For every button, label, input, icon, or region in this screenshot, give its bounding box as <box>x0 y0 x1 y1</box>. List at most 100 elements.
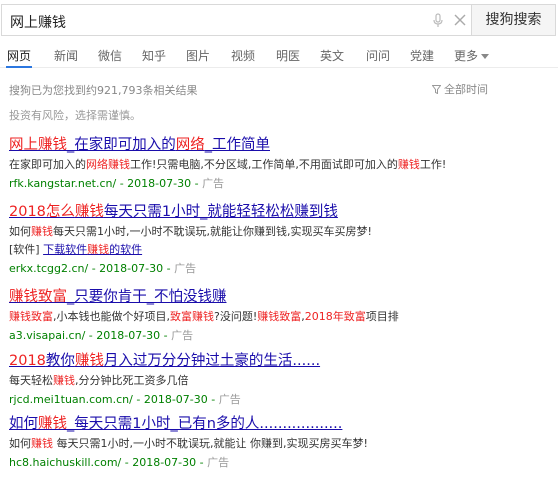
text-segment: 教你 <box>45 353 75 369</box>
result-url-line: erkx.tcgg2.cn/ - 2018-07-30 - 广告 <box>9 261 549 276</box>
result-description: 如何赚钱 每天只需1小时,一小时不耽误玩,就能让 你赚到,实现买房买车梦! <box>9 436 549 451</box>
search-query-text: 网上赚钱 <box>10 15 66 31</box>
result-item: 网上赚钱_在家即可加入的网络_工作简单 在家即可加入的网络赚钱工作!只需电脑,不… <box>9 136 549 191</box>
tab-zhihu[interactable]: 知乎 <box>142 47 166 64</box>
tab-medical[interactable]: 明医 <box>276 47 300 64</box>
result-count: 搜狗已为您找到约921,793条相关结果 <box>9 84 198 97</box>
sublink[interactable]: 下载软件赚钱的软件 <box>43 243 142 256</box>
highlighted-keyword: 赚钱 <box>74 204 104 220</box>
clear-icon[interactable] <box>454 14 466 26</box>
result-title-link[interactable]: 2018教你赚钱月入过万分分钟过土豪的生活...... <box>9 352 549 370</box>
text-segment: 如何 <box>9 416 38 432</box>
result-url[interactable]: rfk.kangstar.net.cn/ <box>9 177 116 190</box>
tab-english[interactable]: 英文 <box>320 47 344 64</box>
highlighted-keyword: 网络 <box>175 137 205 153</box>
highlighted-keyword: 赚钱 <box>31 437 53 450</box>
highlighted-keyword: 网上赚钱 <box>9 137 67 153</box>
ad-label: 广告 <box>207 456 230 469</box>
tab-wechat[interactable]: 微信 <box>98 47 122 64</box>
time-filter[interactable]: 全部时间 <box>432 81 488 97</box>
result-url[interactable]: a3.visapai.cn/ <box>9 329 85 342</box>
result-sublink-line: [软件] 下载软件赚钱的软件 <box>9 242 549 257</box>
risk-notice: 投资有风险，选择需谨慎。 <box>9 109 141 122</box>
highlighted-keyword: 赚钱致富 <box>9 310 53 323</box>
tab-video[interactable]: 视频 <box>231 47 255 64</box>
highlighted-keyword: 2018年致富 <box>304 310 366 323</box>
result-date: - 2018-07-30 - <box>85 329 172 342</box>
highlighted-keyword: 赚钱致富 <box>257 310 302 323</box>
result-title-link[interactable]: 赚钱致富_只要你肯干_不怕没钱赚 <box>9 288 549 306</box>
text-segment: 项目排 <box>365 310 399 323</box>
chevron-down-icon <box>481 54 490 59</box>
text-segment: 赚到钱 <box>294 204 338 220</box>
text-segment: ,分分钟比死工资多几倍 <box>75 374 189 387</box>
result-date: - 2018-07-30 - <box>132 393 219 406</box>
highlighted-keyword: 赚钱致富 <box>9 289 67 305</box>
highlighted-keyword: 赚钱 <box>31 225 53 238</box>
result-url-line: a3.visapai.cn/ - 2018-07-30 - 广告 <box>9 328 549 343</box>
text-segment: 每天只需1小时_就能轻轻松松 <box>103 204 295 220</box>
funnel-icon <box>432 85 441 94</box>
search-bar: 网上赚钱 搜狗搜索 <box>1 4 556 36</box>
text-segment: 每天轻松 <box>9 374 53 387</box>
text-segment: 每天只需1小时,一小时不耽误玩,就能让你赚到钱,实现买车买房梦! <box>53 225 372 238</box>
search-button[interactable]: 搜狗搜索 <box>471 4 556 36</box>
text-segment: ?没问题! <box>214 310 258 323</box>
tab-more[interactable]: 更多 <box>454 47 490 64</box>
text-segment: ,小本钱也能做个好项目, <box>53 310 170 323</box>
highlighted-keyword: 赚钱 <box>397 158 420 171</box>
highlighted-keyword: 赚钱 <box>87 243 110 256</box>
result-item: 2018怎么赚钱每天只需1小时_就能轻轻松松赚到钱 如何赚钱每天只需1小时,一小… <box>9 203 549 276</box>
tab-news[interactable]: 新闻 <box>54 47 78 64</box>
text-segment: 每天只需1小时,一小时不耽误玩,就能让 你赚到,实现买房买车梦! <box>53 437 368 450</box>
text-segment: _只要你肯干_不怕没钱赚 <box>67 289 227 305</box>
result-date: - 2018-07-30 - <box>116 177 203 190</box>
vertical-tabs: 网页 新闻 微信 知乎 图片 视频 明医 英文 问问 党建 更多 <box>0 42 558 68</box>
highlighted-keyword: 赚钱 <box>53 374 75 387</box>
result-description: 在家即可加入的网络赚钱工作!只需电脑,不分区域,工作简单,不用面试即可加入的赚钱… <box>9 157 549 172</box>
text-segment: _工作简单 <box>204 137 270 153</box>
result-date: - 2018-07-30 - <box>121 456 208 469</box>
result-title-link[interactable]: 网上赚钱_在家即可加入的网络_工作简单 <box>9 136 549 154</box>
text-segment: 工作! <box>419 158 447 171</box>
time-filter-label: 全部时间 <box>444 83 488 96</box>
microphone-icon[interactable] <box>432 13 444 29</box>
text-segment: 如何 <box>9 225 31 238</box>
result-title-link[interactable]: 2018怎么赚钱每天只需1小时_就能轻轻松松赚到钱 <box>9 203 549 221</box>
result-description: 每天轻松赚钱,分分钟比死工资多几倍 <box>9 373 549 388</box>
result-description: 赚钱致富,小本钱也能做个好项目,致富赚钱?没问题!赚钱致富,2018年致富项目排 <box>9 309 549 324</box>
result-url[interactable]: rjcd.mei1tuan.com.cn/ <box>9 393 133 406</box>
highlighted-keyword: 致富赚钱 <box>170 310 214 323</box>
text-segment: 下载软件 <box>43 243 88 256</box>
search-results-page: 网上赚钱 搜狗搜索 网页 新闻 微信 知乎 图片 视频 明医 英文 问问 党建 … <box>0 0 558 481</box>
result-date: - 2018-07-30 - <box>88 262 175 275</box>
sublink-prefix: [软件] <box>9 243 44 256</box>
text-segment: 月入过万分分钟过土豪的生活...... <box>103 353 321 369</box>
result-item: 2018教你赚钱月入过万分分钟过土豪的生活...... 每天轻松赚钱,分分钟比死… <box>9 352 549 407</box>
result-url[interactable]: erkx.tcgg2.cn/ <box>9 262 88 275</box>
tab-images[interactable]: 图片 <box>186 47 210 64</box>
highlighted-keyword: 网络赚钱 <box>86 158 130 171</box>
text-segment: 的软件 <box>109 243 143 256</box>
search-input[interactable]: 网上赚钱 <box>1 4 471 36</box>
tab-party[interactable]: 党建 <box>410 47 434 64</box>
text-segment: 在家即可加入的 <box>9 158 86 171</box>
tab-web[interactable]: 网页 <box>7 47 31 64</box>
active-tab-indicator <box>6 66 32 68</box>
text-segment: 工作!只需电脑,不分区域,工作简单,不用面试即可加入的 <box>130 158 398 171</box>
tab-more-label: 更多 <box>454 49 479 63</box>
highlighted-keyword: 2018怎么 <box>9 204 75 220</box>
result-title-link[interactable]: 如何赚钱_每天只需1小时_已有n多的人.................. <box>9 415 549 433</box>
result-item: 赚钱致富_只要你肯干_不怕没钱赚 赚钱致富,小本钱也能做个好项目,致富赚钱?没问… <box>9 288 549 343</box>
highlighted-keyword: 赚钱 <box>74 353 104 369</box>
tab-wenwen[interactable]: 问问 <box>366 47 390 64</box>
highlighted-keyword: 赚钱 <box>38 416 67 432</box>
result-url-line: rfk.kangstar.net.cn/ - 2018-07-30 - 广告 <box>9 176 549 191</box>
ad-label: 广告 <box>202 177 225 190</box>
result-url-line: rjcd.mei1tuan.com.cn/ - 2018-07-30 - 广告 <box>9 392 549 407</box>
text-segment: _在家即可加入的 <box>67 137 176 153</box>
result-url[interactable]: hc8.haichuskill.com/ <box>9 456 121 469</box>
ad-label: 广告 <box>218 393 241 406</box>
ad-label: 广告 <box>174 262 197 275</box>
result-description: 如何赚钱每天只需1小时,一小时不耽误玩,就能让你赚到钱,实现买车买房梦! <box>9 224 549 239</box>
